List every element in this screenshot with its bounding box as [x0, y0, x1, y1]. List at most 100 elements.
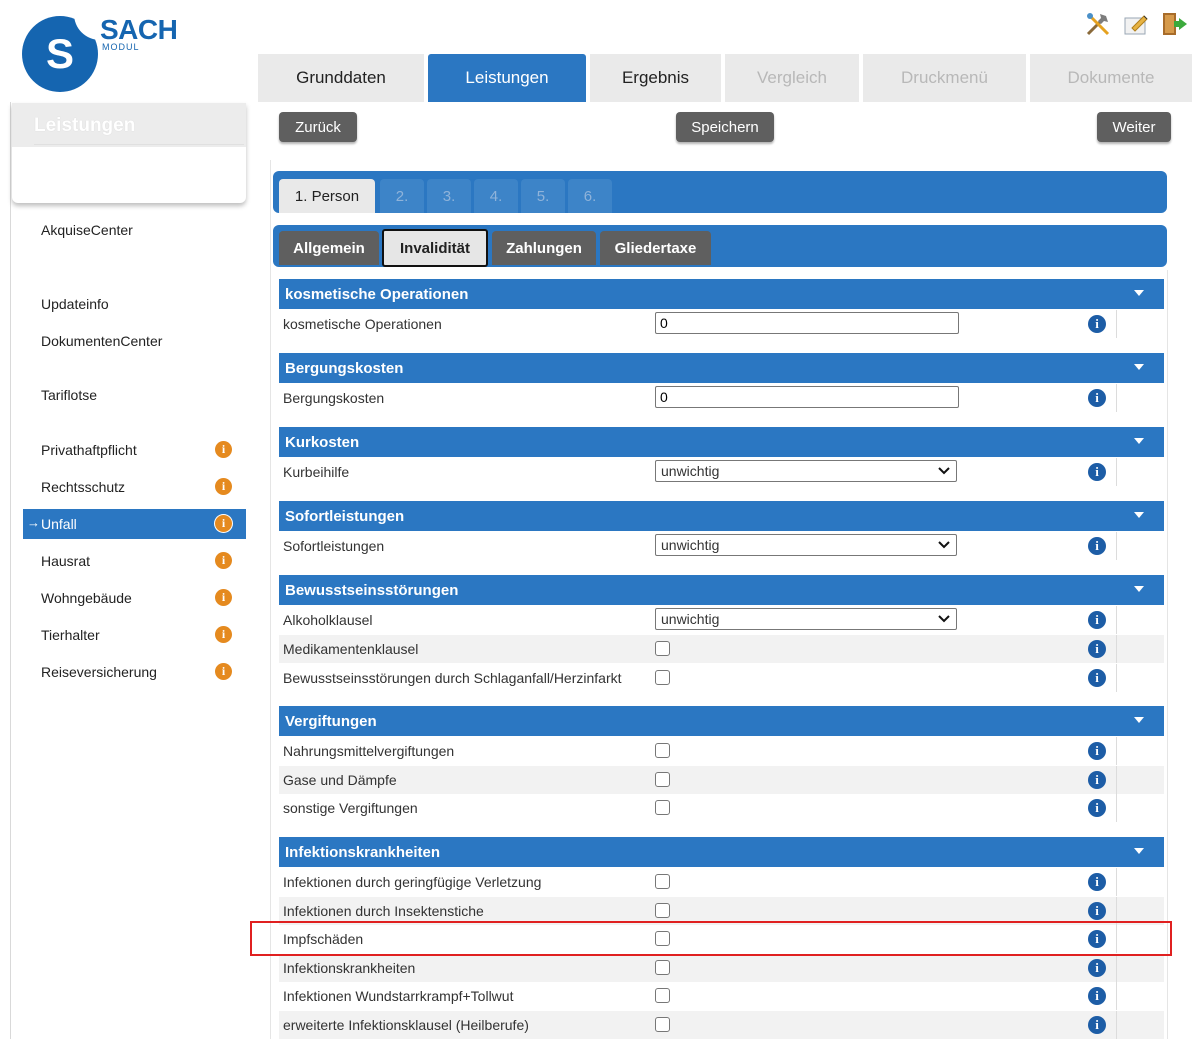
- tab-zahlungen[interactable]: Zahlungen: [492, 231, 596, 265]
- field-label: Sofortleistungen: [283, 538, 385, 554]
- form-row: Medikamentenklausel i: [279, 635, 1164, 663]
- info-icon[interactable]: i: [215, 552, 232, 569]
- info-icon[interactable]: i: [1088, 873, 1106, 891]
- form-row: Sofortleistungen unwichtig i: [279, 532, 1164, 560]
- alkoholklausel-select[interactable]: unwichtig: [655, 608, 957, 630]
- section-bergungskosten[interactable]: Bergungskosten: [279, 353, 1164, 383]
- tab-person-2[interactable]: 2.: [380, 179, 424, 213]
- info-icon[interactable]: i: [1088, 987, 1106, 1005]
- tab-leistungen[interactable]: Leistungen: [428, 54, 586, 102]
- tab-druckmenue[interactable]: Druckmenü: [863, 54, 1026, 102]
- sidebar-item-label: Updateinfo: [41, 296, 109, 312]
- info-icon[interactable]: i: [1088, 669, 1106, 687]
- form-row: Infektionen durch geringfügige Verletzun…: [279, 868, 1164, 896]
- sidebar-item-rechtsschutz[interactable]: Rechtsschutz i: [23, 472, 246, 502]
- medikamentenklausel-checkbox[interactable]: [655, 641, 670, 656]
- form-row: Infektionskrankheiten i: [279, 954, 1164, 982]
- section-infektionskrankheiten[interactable]: Infektionskrankheiten: [279, 837, 1164, 867]
- info-icon[interactable]: i: [1088, 537, 1106, 555]
- sidebar-item-reiseversicherung[interactable]: Reiseversicherung i: [23, 657, 246, 687]
- sidebar-item-privathaftpflicht[interactable]: Privathaftpflicht i: [23, 435, 246, 465]
- sidebar-item-tariflotse[interactable]: Tariflotse: [23, 380, 246, 410]
- chevron-down-icon: [938, 467, 950, 475]
- heilberufe-checkbox[interactable]: [655, 1017, 670, 1032]
- sofortleistungen-select[interactable]: unwichtig: [655, 534, 957, 556]
- tab-person-1[interactable]: 1. Person: [279, 179, 375, 213]
- info-icon[interactable]: i: [1088, 902, 1106, 920]
- tab-person-4[interactable]: 4.: [474, 179, 518, 213]
- select-value: unwichtig: [661, 463, 720, 479]
- tab-gliedertaxe[interactable]: Gliedertaxe: [600, 231, 711, 265]
- field-label: Gase und Dämpfe: [283, 772, 397, 788]
- field-label: Medikamentenklausel: [283, 641, 419, 657]
- geringfuegige-verletzung-checkbox[interactable]: [655, 874, 670, 889]
- tab-person-3[interactable]: 3.: [427, 179, 471, 213]
- back-button[interactable]: Zurück: [279, 112, 357, 142]
- info-icon[interactable]: i: [1088, 1016, 1106, 1034]
- tab-invaliditaet[interactable]: Invalidität: [382, 229, 488, 267]
- info-icon[interactable]: i: [1088, 315, 1106, 333]
- sidebar-border: [10, 102, 11, 1039]
- sidebar-item-wohngebaeude[interactable]: Wohngebäude i: [23, 583, 246, 613]
- section-sofortleistungen[interactable]: Sofortleistungen: [279, 501, 1164, 531]
- info-icon[interactable]: i: [1088, 640, 1106, 658]
- section-title: Infektionskrankheiten: [285, 843, 441, 861]
- tab-person-5[interactable]: 5.: [521, 179, 565, 213]
- save-button[interactable]: Speichern: [676, 112, 774, 142]
- info-icon[interactable]: i: [215, 515, 232, 532]
- info-icon[interactable]: i: [1088, 611, 1106, 629]
- impfschaeden-checkbox[interactable]: [655, 931, 670, 946]
- form-row: Infektionen durch Insektenstiche i: [279, 897, 1164, 925]
- gase-daempfe-checkbox[interactable]: [655, 772, 670, 787]
- section-vergiftungen[interactable]: Vergiftungen: [279, 706, 1164, 736]
- edit-note-icon[interactable]: [1122, 10, 1150, 38]
- infektionskrankheiten-checkbox[interactable]: [655, 960, 670, 975]
- info-icon[interactable]: i: [1088, 389, 1106, 407]
- sidebar-item-label: Hausrat: [41, 553, 91, 569]
- kurbeihilfe-select[interactable]: unwichtig: [655, 460, 957, 482]
- section-bewusstseinsstoerungen[interactable]: Bewusstseinsstörungen: [279, 575, 1164, 605]
- chevron-down-icon: [1134, 586, 1144, 592]
- sidebar-item-label: Rechtsschutz: [41, 479, 126, 495]
- info-icon[interactable]: i: [1088, 959, 1106, 977]
- info-icon[interactable]: i: [215, 478, 232, 495]
- section-title: Vergiftungen: [285, 712, 377, 730]
- section-kosmetische-operationen[interactable]: kosmetische Operationen: [279, 279, 1164, 309]
- sidebar-item-tierhalter[interactable]: Tierhalter i: [23, 620, 246, 650]
- tab-dokumente[interactable]: Dokumente: [1030, 54, 1192, 102]
- next-button[interactable]: Weiter: [1097, 112, 1171, 142]
- tab-grunddaten[interactable]: Grunddaten: [258, 54, 424, 102]
- info-icon[interactable]: i: [215, 589, 232, 606]
- wundstarrkrampf-tollwut-checkbox[interactable]: [655, 988, 670, 1003]
- nahrungsmittelvergiftungen-checkbox[interactable]: [655, 743, 670, 758]
- tab-person-6[interactable]: 6.: [568, 179, 612, 213]
- sidebar-item-hausrat[interactable]: Hausrat i: [23, 546, 246, 576]
- sidebar-item-updateinfo[interactable]: Updateinfo: [23, 289, 246, 319]
- info-icon[interactable]: i: [215, 663, 232, 680]
- sach-modul-logo: S SACH MODUL: [22, 14, 182, 94]
- kosmetische-operationen-input[interactable]: [655, 312, 959, 334]
- tab-vergleich[interactable]: Vergleich: [725, 54, 859, 102]
- sidebar-item-unfall[interactable]: → Unfall i: [23, 509, 246, 539]
- info-icon[interactable]: i: [1088, 463, 1106, 481]
- field-label: Kurbeihilfe: [283, 464, 350, 480]
- bergungskosten-input[interactable]: [655, 386, 959, 408]
- info-icon[interactable]: i: [1088, 742, 1106, 760]
- tab-allgemein[interactable]: Allgemein: [279, 231, 379, 265]
- info-icon[interactable]: i: [1088, 930, 1106, 948]
- info-icon[interactable]: i: [215, 441, 232, 458]
- form-row: Kurbeihilfe unwichtig i: [279, 458, 1164, 486]
- info-icon[interactable]: i: [1088, 771, 1106, 789]
- insektenstiche-checkbox[interactable]: [655, 903, 670, 918]
- info-icon[interactable]: i: [215, 626, 232, 643]
- schlaganfall-checkbox[interactable]: [655, 670, 670, 685]
- field-label: Alkoholklausel: [283, 612, 373, 628]
- section-kurkosten[interactable]: Kurkosten: [279, 427, 1164, 457]
- tools-icon[interactable]: [1084, 10, 1112, 38]
- info-icon[interactable]: i: [1088, 799, 1106, 817]
- sonstige-vergiftungen-checkbox[interactable]: [655, 800, 670, 815]
- sidebar-item-dokumentencenter[interactable]: DokumentenCenter: [23, 326, 246, 356]
- tab-ergebnis[interactable]: Ergebnis: [590, 54, 721, 102]
- exit-door-icon[interactable]: [1160, 10, 1188, 38]
- sidebar-item-akquisecenter[interactable]: AkquiseCenter: [23, 215, 246, 245]
